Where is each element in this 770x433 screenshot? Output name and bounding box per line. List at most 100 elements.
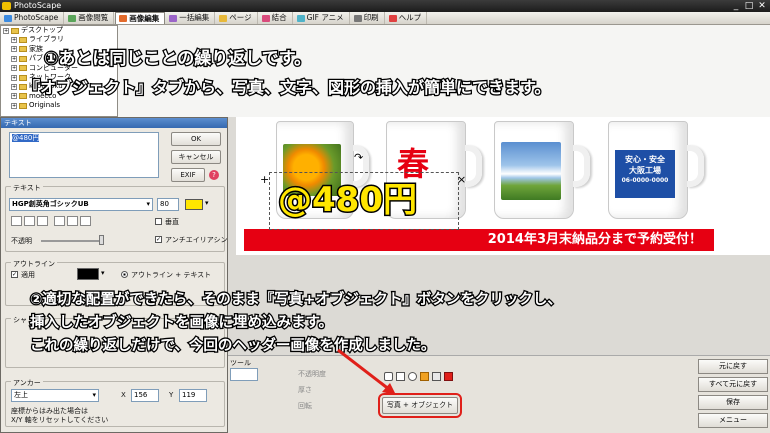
price-text-object[interactable]: @480円 [277, 174, 448, 226]
exif-button[interactable]: EXIF [171, 168, 205, 182]
font-size-select[interactable]: 80 [157, 198, 179, 211]
ok-button[interactable]: OK [171, 132, 221, 146]
undo-all-button[interactable]: すべて元に戻す [698, 377, 768, 392]
close-button[interactable]: ✕ [756, 1, 768, 11]
color-icon[interactable] [444, 372, 453, 381]
align-right-button[interactable] [80, 216, 91, 226]
photo-canvas[interactable]: 春 安心・安全 大阪工場 06-0000-0000 2014年3月末納品分まで予… [236, 117, 770, 255]
delete-handle-icon[interactable]: × [457, 173, 466, 186]
tree-item[interactable]: + デスクトップ [1, 26, 117, 35]
expand-icon[interactable]: + [11, 102, 17, 109]
mug-photo-3 [494, 121, 574, 219]
chevron-down-icon: ▾ [146, 200, 150, 208]
expand-icon[interactable]: + [11, 37, 17, 44]
thumbnail-area[interactable] [118, 25, 770, 117]
tab-icon [169, 14, 178, 22]
shape-select[interactable] [230, 368, 258, 381]
tab-3[interactable]: 一括編集 [166, 12, 216, 24]
tab-label: GIF アニメ [306, 13, 344, 22]
folder-icon [19, 102, 27, 109]
folder-icon [19, 46, 27, 53]
tab-label: 結合 [271, 13, 287, 22]
align-center-button[interactable] [67, 216, 78, 226]
minimize-button[interactable]: _ [730, 1, 742, 11]
anchor-select[interactable]: 左上 ▾ [11, 389, 99, 402]
underline-button[interactable] [37, 216, 48, 226]
save-button[interactable]: 保存 [698, 395, 768, 410]
opacity-slider-thumb[interactable] [99, 235, 104, 245]
tree-item[interactable]: + Originals [1, 101, 117, 110]
tab-2[interactable]: 画像編集 [115, 12, 166, 24]
tab-5[interactable]: 結合 [259, 12, 293, 24]
tab-label: PhotoScape [14, 13, 59, 22]
undo-button[interactable]: 元に戻す [698, 359, 768, 374]
chevron-down-icon[interactable]: ▾ [205, 199, 209, 207]
tab-label: 画像閲覧 [78, 13, 109, 22]
title-bar: PhotoScape _ □ ✕ [0, 0, 770, 12]
symbol-insert-icon[interactable] [420, 372, 429, 381]
bold-button[interactable] [11, 216, 22, 226]
tree-item-label: 家族 [29, 44, 43, 53]
outline-group-label: アウトライン [11, 259, 57, 269]
box-insert-icon[interactable] [432, 372, 441, 381]
mug-label-panel: 安心・安全 大阪工場 06-0000-0000 [615, 150, 675, 198]
text-color-swatch[interactable] [185, 199, 203, 210]
outline-mode-label: アウトライン + テキスト [131, 271, 212, 279]
folder-icon [19, 37, 27, 44]
menu-button[interactable]: メニュー [698, 413, 768, 428]
tab-icon [219, 14, 228, 22]
x-input[interactable]: 156 [131, 389, 159, 402]
font-size-value: 80 [160, 200, 169, 208]
expand-icon[interactable]: + [11, 55, 17, 62]
y-input[interactable]: 119 [179, 389, 207, 402]
rotate-handle-icon[interactable]: ↷ [354, 151, 363, 164]
tab-0[interactable]: PhotoScape [1, 12, 65, 24]
outline-apply-label: 適用 [21, 271, 35, 279]
opacity-slider[interactable] [41, 240, 103, 242]
shadow-group-label: シャ [11, 315, 29, 325]
mug-label-line: 大阪工場 [629, 166, 661, 175]
folder-tree[interactable]: + デスクトップ + ライブラリ + 家族 + パブリック + コンピューター + ネットワーク + ky… [0, 25, 118, 117]
tab-1[interactable]: 画像閲覧 [65, 12, 115, 24]
chevron-down-icon[interactable]: ▾ [101, 269, 105, 277]
tab-7[interactable]: 印刷 [351, 12, 385, 24]
expand-icon[interactable]: + [11, 65, 17, 72]
expand-icon[interactable]: + [3, 27, 9, 34]
font-select[interactable]: HGP創英角ゴシックUB ▾ [9, 198, 153, 211]
y-label: Y [169, 391, 174, 399]
app-icon [2, 2, 11, 10]
outline-color-swatch[interactable] [77, 268, 99, 280]
outline-mode-radio[interactable] [121, 271, 128, 278]
help-icon[interactable]: ? [209, 170, 219, 180]
expand-icon[interactable]: + [11, 84, 17, 91]
folder-icon [19, 55, 27, 62]
mug-handle [687, 145, 704, 187]
expand-icon[interactable]: + [11, 93, 17, 100]
tab-4[interactable]: ページ [216, 12, 258, 24]
expand-icon[interactable]: + [11, 46, 17, 53]
maximize-button[interactable]: □ [743, 1, 755, 11]
resize-handle-icon[interactable]: + [260, 173, 269, 186]
expand-icon[interactable]: + [11, 74, 17, 81]
vertical-checkbox[interactable] [155, 218, 162, 225]
chevron-down-icon: ▾ [92, 391, 96, 399]
cancel-button[interactable]: キャンセル [171, 150, 221, 164]
tool-tab[interactable]: ツール [230, 358, 251, 368]
tab-8[interactable]: ヘルプ [386, 12, 428, 24]
annotation-line-1: ①あとは同じことの繰り返しです。 [43, 48, 313, 71]
mug-label-line: 安心・安全 [625, 155, 665, 164]
tab-label: ページ [229, 13, 252, 22]
dialog-title: テキスト [1, 118, 227, 128]
thickness-label: 厚さ [298, 386, 312, 394]
tab-6[interactable]: GIF アニメ [294, 12, 350, 24]
italic-button[interactable] [24, 216, 35, 226]
folder-icon [19, 65, 27, 72]
tab-label: 画像編集 [129, 13, 160, 23]
text-entry-box[interactable]: @480円 [9, 132, 159, 178]
tab-icon [353, 14, 362, 22]
mug-photo-4: 安心・安全 大阪工場 06-0000-0000 [608, 121, 688, 219]
y-value: 119 [182, 391, 196, 399]
align-left-button[interactable] [54, 216, 65, 226]
antialias-checkbox[interactable]: ✓ [155, 236, 162, 243]
outline-apply-checkbox[interactable]: ✓ [11, 271, 18, 278]
